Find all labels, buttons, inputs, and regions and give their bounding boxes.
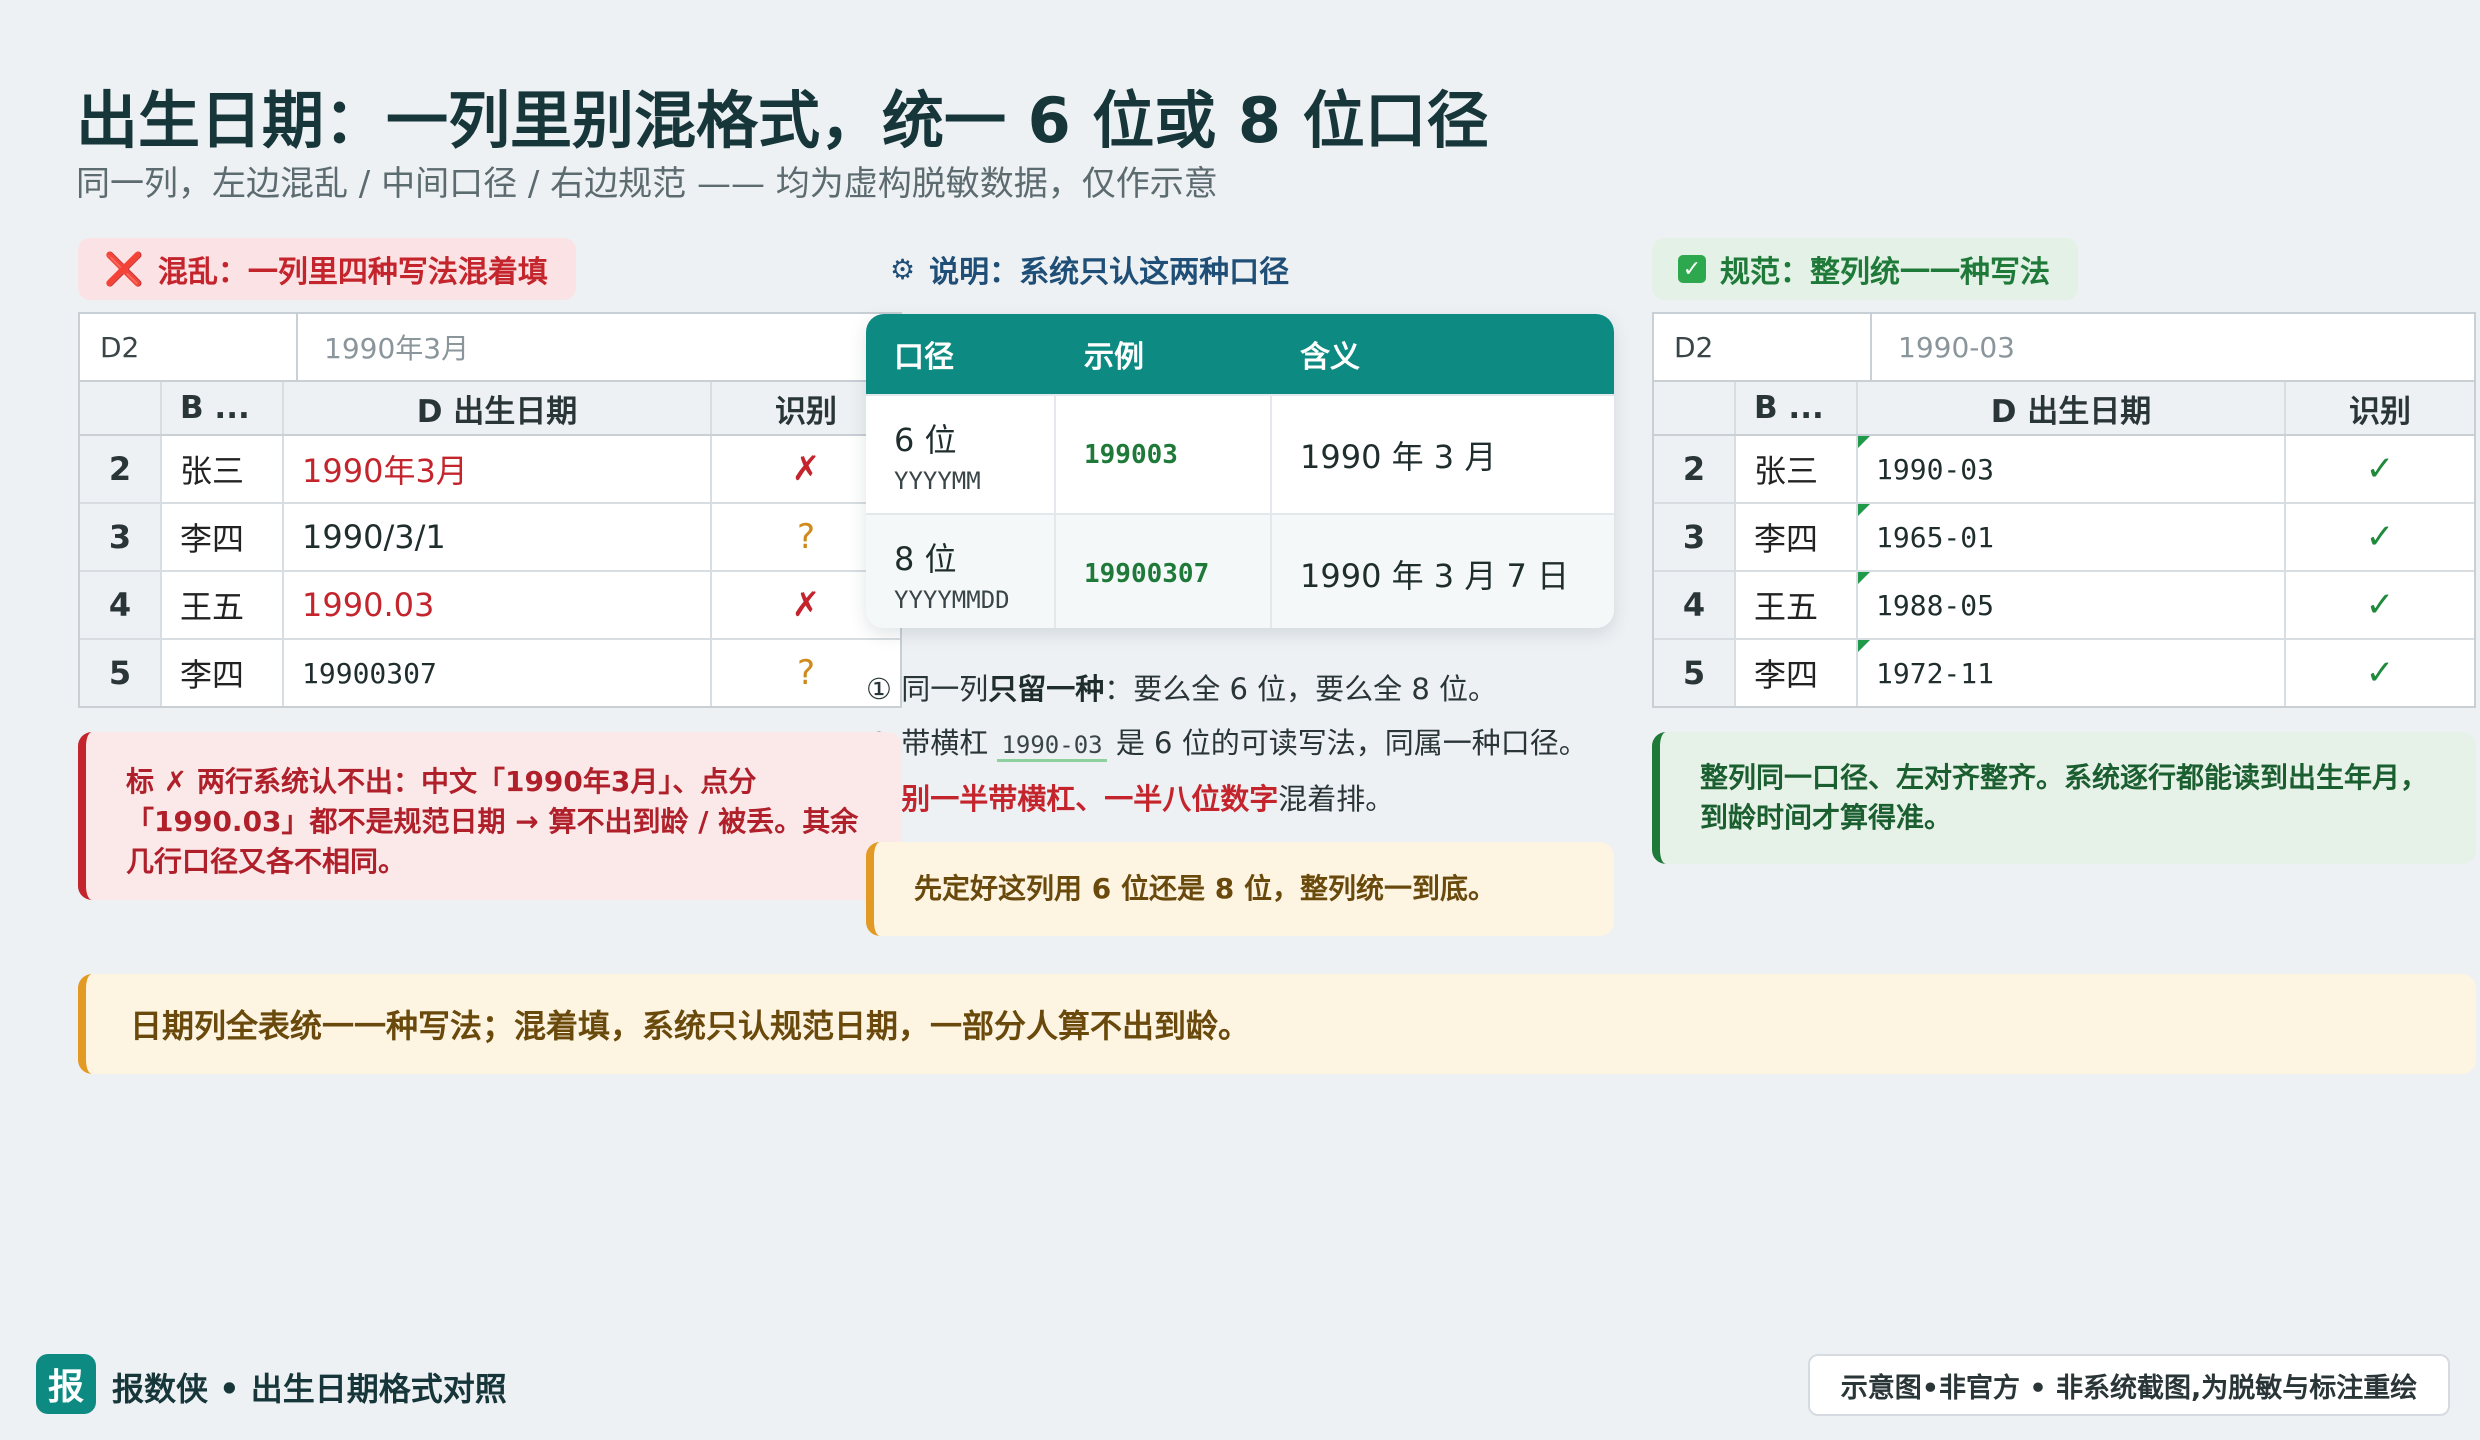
row-number[interactable]: 2 [1654, 436, 1736, 502]
rule-bullet-1: ① 同一列只留一种：要么全 6 位，要么全 8 位。 [866, 672, 1498, 706]
date-cell[interactable]: 1972-11 [1858, 640, 2286, 706]
formula-value[interactable]: 1990年3月 [298, 314, 900, 380]
name-cell[interactable]: 李四 [162, 504, 284, 570]
row-number[interactable]: 5 [80, 640, 162, 706]
summary-banner: 日期列全表统一一种写法；混着填，系统只认规范日期，一部分人算不出到龄。 [78, 974, 2476, 1074]
row-number[interactable]: 2 [80, 436, 162, 502]
check-box-icon: ✓ [1678, 255, 1706, 283]
middle-section-header: ⚙ 说明：系统只认这两种口径 [866, 238, 1317, 300]
table-row: 4 王五 1990.03 ✗ [80, 572, 900, 640]
middle-header-label: 说明：系统只认这两种口径 [929, 255, 1290, 290]
format-meaning: 1990 年 3 月 [1300, 437, 1497, 476]
column-header-row: B ... D 出生日期 识别 [80, 382, 900, 436]
bad-spreadsheet: D2 1990年3月 B ... D 出生日期 识别 2 张三 1990年3月 … [78, 312, 902, 708]
status-cell: ✓ [2365, 517, 2395, 557]
formula-bar: D2 1990年3月 [80, 314, 900, 382]
column-header-b[interactable]: B ... [1736, 382, 1858, 434]
good-note: 整列同一口径、左对齐整齐。系统逐行都能读到出生年月，到龄时间才算得准。 [1652, 732, 2476, 864]
column-header-d[interactable]: D 出生日期 [1858, 382, 2286, 434]
format-pattern: YYYYMMDD [894, 585, 1010, 614]
format-pattern: YYYYMM [894, 466, 981, 495]
status-cell: ✓ [2365, 653, 2395, 693]
formula-bar: D2 1990-03 [1654, 314, 2474, 382]
cross-mark-icon: ❌ [104, 250, 144, 288]
brand-logo-icon: 报 [36, 1354, 96, 1414]
column-header-status[interactable]: 识别 [2286, 382, 2474, 434]
date-cell[interactable]: 1990.03 [284, 572, 712, 638]
name-cell[interactable]: 李四 [1736, 504, 1858, 570]
row-number[interactable]: 3 [80, 504, 162, 570]
page-subtitle: 同一列，左边混乱 / 中间口径 / 右边规范 —— 均为虚构脱敏数据，仅作示意 [76, 164, 1218, 204]
status-cell: ✓ [2365, 449, 2395, 489]
format-label: 6 位 [894, 420, 957, 459]
date-cell[interactable]: 1990年3月 [284, 436, 712, 502]
date-cell[interactable]: 1990/3/1 [284, 504, 712, 570]
header-meaning: 含义 [1300, 340, 1360, 375]
good-section-header: ✓ 规范：整列统一一种写法 [1652, 238, 2078, 300]
name-cell[interactable]: 王五 [1736, 572, 1858, 638]
column-header-d[interactable]: D 出生日期 [284, 382, 712, 434]
good-spreadsheet: D2 1990-03 B ... D 出生日期 识别 2 张三 1990-03 … [1652, 312, 2476, 708]
brand-caption: 报数侠 • 出生日期格式对照 [112, 1370, 507, 1408]
gear-icon: ⚙ [890, 252, 916, 286]
date-cell[interactable]: 1965-01 [1858, 504, 2286, 570]
cell-reference[interactable]: D2 [1654, 314, 1872, 380]
column-header-b[interactable]: B ... [162, 382, 284, 434]
table-row: 4 王五 1988-05 ✓ [1654, 572, 2474, 640]
table-header-row: 口径 示例 含义 [866, 314, 1614, 394]
format-reference-table: 口径 示例 含义 6 位 YYYYMM 199003 1990 年 3 月 8 … [866, 314, 1614, 628]
text-format-marker [1858, 640, 1870, 652]
table-row: 8 位 YYYYMMDD 19900307 1990 年 3 月 7 日 [866, 513, 1614, 628]
rule-bullet-2: ② 带横杠 1990-03 是 6 位的可读写法，同属一种口径。 [866, 726, 1588, 762]
row-number[interactable]: 3 [1654, 504, 1736, 570]
name-cell[interactable]: 张三 [162, 436, 284, 502]
bad-section-header: ❌ 混乱：一列里四种写法混着填 [78, 238, 576, 300]
table-row: 2 张三 1990年3月 ✗ [80, 436, 900, 504]
name-cell[interactable]: 王五 [162, 572, 284, 638]
formula-value[interactable]: 1990-03 [1872, 314, 2474, 380]
table-row: 3 李四 1990/3/1 ? [80, 504, 900, 572]
name-cell[interactable]: 李四 [1736, 640, 1858, 706]
good-header-label: 规范：整列统一一种写法 [1720, 255, 2050, 290]
table-row: 5 李四 1972-11 ✓ [1654, 640, 2474, 706]
name-cell[interactable]: 李四 [162, 640, 284, 706]
format-meaning: 1990 年 3 月 7 日 [1300, 556, 1570, 595]
bad-header-label: 混乱：一列里四种写法混着填 [157, 255, 548, 290]
table-row: 6 位 YYYYMM 199003 1990 年 3 月 [866, 394, 1614, 513]
row-number[interactable]: 4 [80, 572, 162, 638]
header-format: 口径 [894, 340, 954, 375]
middle-note: 先定好这列用 6 位还是 8 位，整列统一到底。 [866, 842, 1614, 936]
row-number[interactable]: 4 [1654, 572, 1736, 638]
format-example: 19900307 [1084, 558, 1210, 589]
text-format-marker [1858, 436, 1870, 448]
format-label: 8 位 [894, 539, 957, 578]
cell-reference[interactable]: D2 [80, 314, 298, 380]
date-cell[interactable]: 1990-03 [1858, 436, 2286, 502]
page-title: 出生日期：一列里别混格式，统一 6 位或 8 位口径 [76, 84, 1489, 157]
text-format-marker [1858, 504, 1870, 516]
status-cell: ✓ [2365, 585, 2395, 625]
inline-code: 1990-03 [997, 731, 1107, 762]
date-cell[interactable]: 19900307 [284, 640, 712, 706]
table-row: 2 张三 1990-03 ✓ [1654, 436, 2474, 504]
bad-note: 标 ✗ 两行系统认不出：中文「1990年3月」、点分「1990.03」都不是规范… [78, 732, 902, 900]
table-row: 5 李四 19900307 ? [80, 640, 900, 706]
header-example: 示例 [1084, 340, 1144, 375]
row-number[interactable]: 5 [1654, 640, 1736, 706]
rule-bullet-3: ③ 别一半带横杠、一半八位数字混着排。 [866, 782, 1395, 816]
table-row: 3 李四 1965-01 ✓ [1654, 504, 2474, 572]
format-example: 199003 [1084, 439, 1178, 470]
text-format-marker [1858, 572, 1870, 584]
disclaimer-badge: 示意图•非官方 • 非系统截图,为脱敏与标注重绘 [1808, 1354, 2450, 1416]
column-header-row: B ... D 出生日期 识别 [1654, 382, 2474, 436]
date-cell[interactable]: 1988-05 [1858, 572, 2286, 638]
name-cell[interactable]: 张三 [1736, 436, 1858, 502]
